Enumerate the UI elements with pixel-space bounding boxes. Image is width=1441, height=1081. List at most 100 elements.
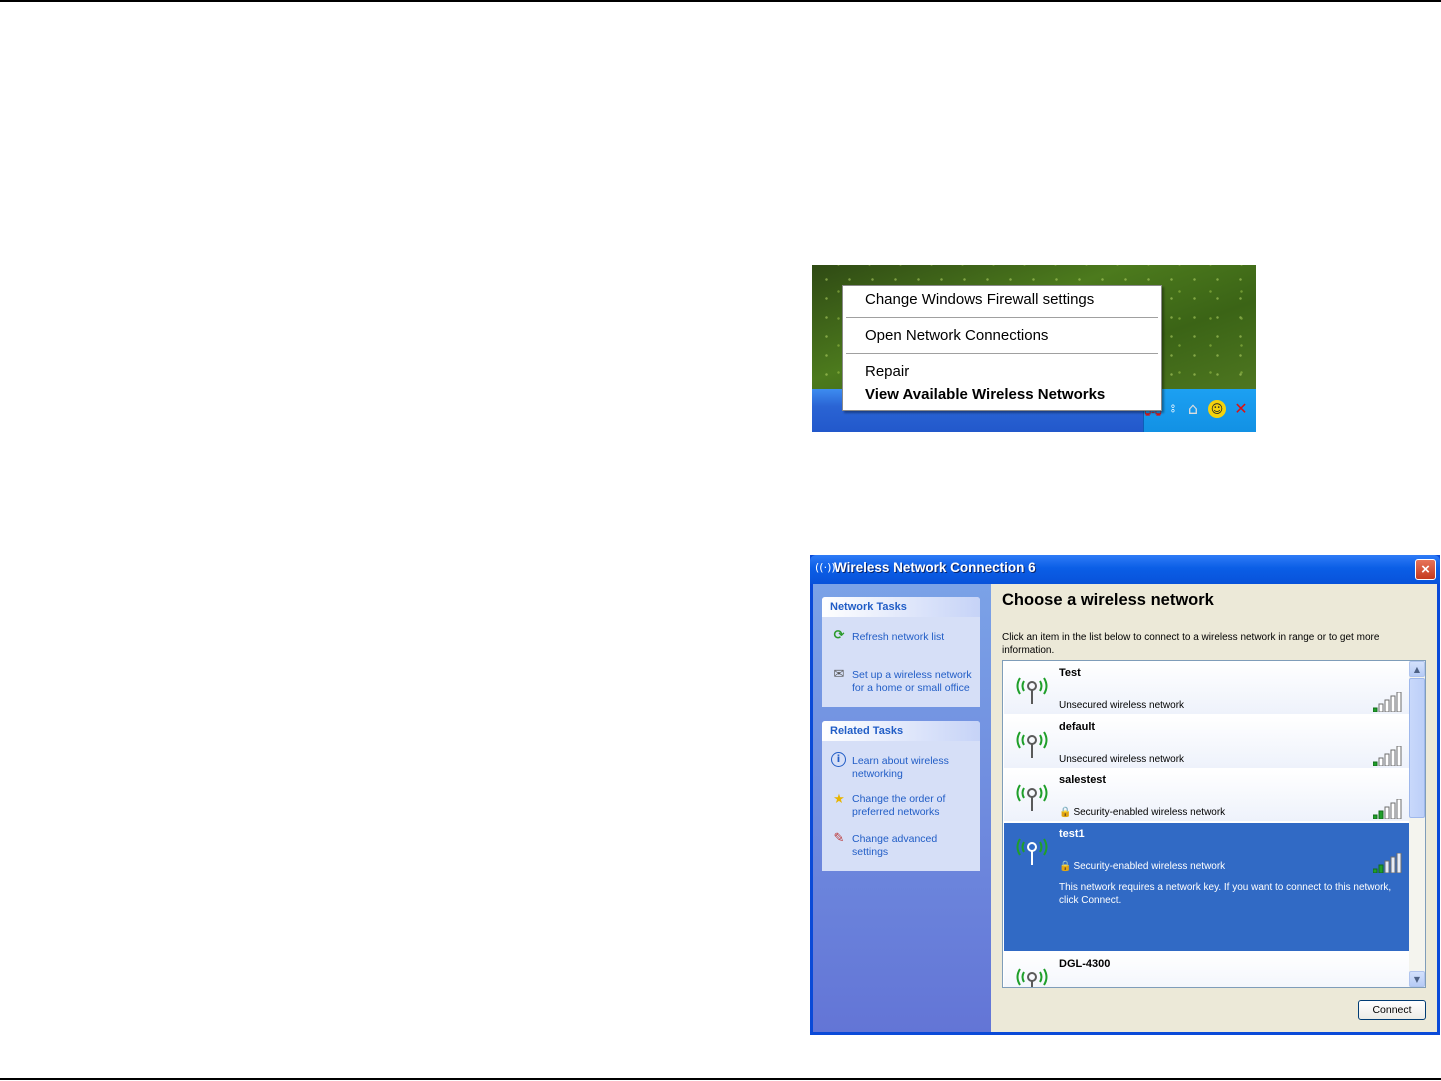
setup-network-icon: ✉ [833, 667, 845, 682]
wrench-icon: ✎ [833, 831, 845, 846]
signal-bar [1378, 864, 1384, 873]
signal-strength-icon [1373, 692, 1402, 712]
signal-bar [1396, 692, 1402, 712]
network-security: Unsecured wireless network [1059, 754, 1184, 765]
tray-context-menu-screenshot: 🖧 ⦂ ⌂ ☺ ✕ Change Windows Firewall settin… [812, 265, 1256, 432]
lock-icon: 🔒 [1059, 861, 1072, 872]
signal-bar [1390, 695, 1396, 712]
setup-wireless-network-link[interactable]: Set up a wireless network for a home or … [852, 669, 972, 694]
signal-bar [1390, 802, 1396, 819]
network-ssid: default [1059, 721, 1096, 733]
related-tasks-box: Related Tasks i Learn about wireless net… [822, 721, 980, 871]
signal-bar [1384, 860, 1390, 873]
signal-bar [1378, 810, 1384, 819]
scrollbar[interactable]: ▲ ▼ [1409, 661, 1425, 987]
antenna-icon [1016, 968, 1048, 987]
menu-item-view-wireless[interactable]: View Available Wireless Networks [865, 384, 1105, 406]
network-security: 🔒 Security-enabled wireless network [1059, 861, 1225, 872]
network-ssid: Test [1059, 667, 1081, 679]
refresh-icon: ⟳ [833, 628, 845, 643]
network-security: 🔒 Security-enabled wireless network [1059, 807, 1225, 818]
link-text: Set up a wireless network [852, 669, 972, 681]
signal-strength-icon [1373, 746, 1402, 766]
signal-bar [1384, 806, 1390, 819]
window-title: Wireless Network Connection 6 [834, 560, 1036, 575]
antenna-icon [1016, 784, 1048, 811]
menu-item-firewall[interactable]: Change Windows Firewall settings [865, 289, 1094, 311]
learn-wireless-link[interactable]: Learn about wireless networking [852, 755, 949, 780]
refresh-network-list-link[interactable]: Refresh network list [852, 631, 944, 644]
signal-bar [1373, 707, 1378, 712]
signal-bar [1378, 757, 1384, 766]
signal-strength-icon [1373, 799, 1402, 819]
signal-bar [1378, 703, 1384, 712]
signal-bar [1396, 853, 1402, 873]
security-text: Unsecured wireless network [1059, 754, 1185, 765]
info-icon: i [831, 752, 846, 767]
signal-bar [1396, 799, 1402, 819]
page-title: Choose a wireless network [1002, 591, 1214, 609]
context-menu: Change Windows Firewall settings Open Ne… [842, 285, 1162, 411]
signal-bar [1390, 749, 1396, 766]
link-text: Refresh network list [852, 631, 945, 643]
antenna-icon [1016, 731, 1048, 758]
network-row[interactable]: DGL-4300 [1004, 953, 1409, 988]
task-pane: Network Tasks ⟳ Refresh network list ✉ S… [813, 584, 991, 1032]
link-text: Change the order of [852, 793, 946, 805]
network-error-icon[interactable]: ✕ [1232, 400, 1250, 418]
change-advanced-settings-link[interactable]: Change advanced settings [852, 833, 937, 858]
network-row[interactable]: salestest 🔒 Security-enabled wireless netw… [1004, 769, 1409, 822]
wireless-icon: ((·)) [815, 561, 836, 574]
link-text: Learn about wireless [852, 755, 949, 767]
network-ssid: test1 [1059, 828, 1085, 840]
scroll-up-button[interactable]: ▲ [1409, 661, 1425, 677]
menu-item-repair[interactable]: Repair [865, 361, 909, 383]
security-text: Unsecured wireless network [1059, 700, 1185, 711]
title-bar: ((·)) Wireless Network Connection 6 × [810, 555, 1440, 584]
menu-item-open-connections[interactable]: Open Network Connections [865, 325, 1048, 347]
signal-bar [1384, 753, 1390, 766]
scroll-down-button[interactable]: ▼ [1409, 971, 1425, 987]
signal-bar [1373, 868, 1378, 873]
network-row[interactable]: default Unsecured wireless network [1004, 716, 1409, 769]
link-text: settings [852, 845, 889, 858]
antenna-icon [1016, 838, 1048, 865]
security-text: Security-enabled wireless network [1073, 807, 1226, 818]
home-icon[interactable]: ⌂ [1184, 400, 1202, 418]
yahoo-icon[interactable]: ☺ [1208, 400, 1226, 418]
connect-button[interactable]: Connect [1358, 1000, 1426, 1020]
bottom-rule [0, 1078, 1441, 1080]
scroll-thumb[interactable] [1409, 678, 1425, 818]
star-icon: ★ [833, 792, 845, 807]
network-security: Unsecured wireless network [1059, 700, 1184, 711]
dialog-client: Network Tasks ⟳ Refresh network list ✉ S… [813, 584, 1437, 1032]
signal-bar [1373, 814, 1378, 819]
menu-separator [846, 317, 1158, 319]
related-tasks-header: Related Tasks [822, 721, 980, 741]
menu-separator [846, 353, 1158, 355]
antenna-icon [1016, 677, 1048, 704]
change-order-link[interactable]: Change the order of preferred networks [852, 793, 945, 818]
network-row[interactable]: Test Unsecured wireless network [1004, 662, 1409, 715]
signal-bar [1390, 856, 1396, 873]
network-list: Test Unsecured wireless network default Uns… [1002, 660, 1426, 988]
link-text: networking [852, 767, 903, 780]
instructions-text: Click an item in the list below to conne… [1002, 632, 1380, 656]
wireless-icon[interactable]: ⦂ [1164, 400, 1182, 418]
top-rule [0, 0, 1441, 2]
link-text: preferred networks [852, 805, 940, 818]
link-text: Change advanced [852, 833, 938, 845]
security-text: Security-enabled wireless network [1073, 861, 1226, 872]
close-button[interactable]: × [1415, 559, 1436, 580]
signal-bar [1396, 746, 1402, 766]
wireless-network-dialog: ((·)) Wireless Network Connection 6 × Ne… [810, 555, 1440, 1035]
signal-bar [1384, 699, 1390, 712]
lock-icon: 🔒 [1059, 807, 1072, 818]
network-message: This network requires a network key. If … [1059, 882, 1392, 906]
network-row[interactable]: test1 🔒 Security-enabled wireless network T… [1004, 823, 1409, 952]
signal-bar [1373, 761, 1378, 766]
network-ssid: salestest [1059, 774, 1107, 786]
signal-strength-icon [1373, 987, 1403, 988]
signal-bar [1394, 987, 1397, 988]
network-tasks-box: Network Tasks ⟳ Refresh network list ✉ S… [822, 597, 980, 707]
